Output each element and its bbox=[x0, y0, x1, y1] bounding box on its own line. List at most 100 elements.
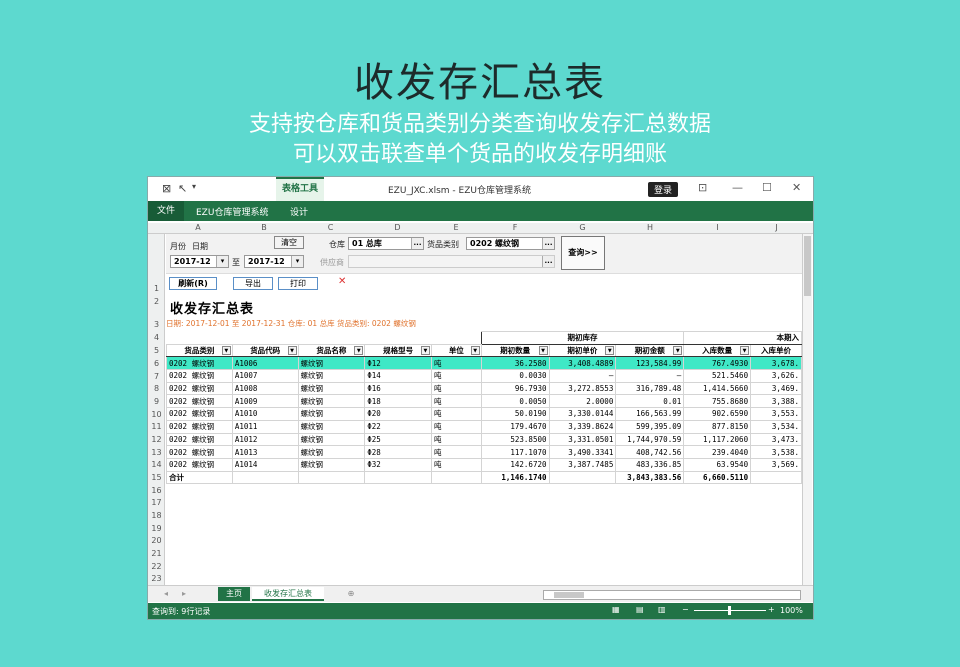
table-cell[interactable]: Φ20 bbox=[364, 407, 432, 421]
table-cell[interactable]: 239.4040 bbox=[683, 445, 752, 459]
row-header[interactable]: 10 bbox=[148, 410, 165, 419]
table-cell[interactable]: Φ16 bbox=[364, 381, 432, 396]
table-cell[interactable]: – bbox=[548, 369, 617, 383]
warehouse-field[interactable]: 01 总库... bbox=[348, 237, 424, 250]
row-header[interactable]: 14 bbox=[148, 460, 165, 469]
add-sheet-icon[interactable]: ⊕ bbox=[344, 587, 358, 601]
table-cell[interactable]: 877.8150 bbox=[683, 419, 752, 434]
table-cell[interactable]: 123,584.99 bbox=[615, 356, 685, 371]
table-row[interactable]: 0202 螺纹钢 A1008 螺纹钢 Φ16 吨 96.7930 3,272.8553 316… bbox=[166, 381, 802, 396]
supplier-picker-button[interactable]: ... bbox=[542, 256, 554, 267]
column-header[interactable]: I bbox=[684, 223, 751, 232]
table-cell[interactable]: 117.1070 bbox=[480, 445, 550, 459]
table-cell[interactable]: 0202 螺纹钢 bbox=[166, 356, 233, 371]
table-cell[interactable]: 3,678. bbox=[750, 356, 802, 371]
table-cell[interactable]: 螺纹钢 bbox=[297, 407, 366, 421]
chevron-down-icon[interactable]: ▾ bbox=[216, 256, 228, 267]
table-row[interactable]: 0202 螺纹钢 A1010 螺纹钢 Φ20 吨 50.0190 3,330.0144 166… bbox=[166, 407, 802, 421]
row-header[interactable]: 12 bbox=[148, 435, 165, 444]
table-cell[interactable]: A1008 bbox=[231, 381, 299, 396]
table-cell[interactable]: 螺纹钢 bbox=[297, 369, 366, 383]
table-cell[interactable]: 3,626. bbox=[750, 369, 802, 383]
row-header[interactable]: 9 bbox=[148, 397, 165, 406]
table-row[interactable]: 0202 螺纹钢 A1013 螺纹钢 Φ28 吨 117.1070 3,490.3341 40… bbox=[166, 445, 802, 459]
minimize-icon[interactable]: — bbox=[732, 181, 743, 194]
table-cell[interactable]: 96.7930 bbox=[480, 381, 550, 396]
table-cell[interactable]: 螺纹钢 bbox=[297, 432, 366, 447]
table-cell[interactable]: Φ28 bbox=[364, 445, 432, 459]
ribbon-display-icon[interactable]: ⊡ bbox=[698, 181, 707, 194]
table-cell[interactable]: A1012 bbox=[231, 432, 299, 447]
table-cell[interactable]: 螺纹钢 bbox=[297, 394, 366, 409]
table-cell[interactable]: 50.0190 bbox=[480, 407, 550, 421]
filter-dropdown-icon[interactable]: ▼ bbox=[354, 345, 364, 355]
filter-dropdown-icon[interactable]: ▼ bbox=[221, 345, 231, 355]
filter-dropdown-icon[interactable]: ▼ bbox=[287, 345, 297, 355]
table-cell[interactable]: 0202 螺纹钢 bbox=[166, 394, 233, 409]
sheet-tab-summary[interactable]: 收发存汇总表 bbox=[252, 587, 324, 601]
table-cell[interactable]: 767.4930 bbox=[683, 356, 752, 371]
query-button[interactable]: 查询>> bbox=[561, 236, 605, 270]
table-cell[interactable]: 吨 bbox=[430, 356, 482, 371]
table-cell[interactable]: 0.0030 bbox=[480, 369, 550, 383]
next-sheet-icon[interactable]: ▸ bbox=[178, 587, 190, 601]
table-cell[interactable]: 3,469. bbox=[750, 381, 802, 396]
table-cell[interactable]: 179.4670 bbox=[480, 419, 550, 434]
table-cell[interactable]: Φ25 bbox=[364, 432, 432, 447]
row-header[interactable]: 8 bbox=[148, 384, 165, 393]
table-cell[interactable]: 吨 bbox=[430, 432, 482, 447]
table-cell[interactable]: 599,395.09 bbox=[615, 419, 685, 434]
table-cell[interactable]: 3,538. bbox=[750, 445, 802, 459]
table-cell[interactable]: 0.01 bbox=[615, 394, 685, 409]
table-cell[interactable]: 3,473. bbox=[750, 432, 802, 447]
row-header[interactable]: 7 bbox=[148, 372, 165, 381]
table-cell[interactable]: 1,744,970.59 bbox=[615, 432, 685, 447]
category-picker-button[interactable]: ... bbox=[542, 238, 554, 249]
column-header[interactable]: C bbox=[297, 223, 364, 232]
page-layout-icon[interactable]: ▤ bbox=[636, 605, 644, 614]
filter-dropdown-icon[interactable]: ▼ bbox=[740, 345, 750, 355]
table-cell[interactable]: 3,331.0501 bbox=[548, 432, 617, 447]
column-heading[interactable]: 货品名称 ▼ bbox=[297, 343, 366, 358]
maximize-icon[interactable]: ☐ bbox=[762, 181, 772, 194]
column-header[interactable]: D bbox=[364, 223, 431, 232]
column-header[interactable]: J bbox=[751, 223, 802, 232]
table-cell[interactable]: 3,330.0144 bbox=[548, 407, 617, 421]
table-cell[interactable]: 523.8500 bbox=[480, 432, 550, 447]
table-cell[interactable]: 吨 bbox=[430, 407, 482, 421]
table-cell[interactable]: 螺纹钢 bbox=[297, 419, 366, 434]
category-field[interactable]: 0202 螺纹钢... bbox=[466, 237, 555, 250]
date-label[interactable]: 日期 bbox=[192, 241, 208, 252]
row-header[interactable]: 2 bbox=[148, 297, 165, 306]
zoom-slider-thumb[interactable] bbox=[728, 606, 731, 615]
column-heading[interactable]: 期初数量 ▼ bbox=[480, 343, 550, 358]
table-cell[interactable]: 36.2580 bbox=[480, 356, 550, 371]
table-cell[interactable]: 2.0000 bbox=[548, 394, 617, 409]
login-button[interactable]: 登录 bbox=[648, 182, 679, 197]
quick-access-dropdown-icon[interactable]: ▾ bbox=[192, 182, 196, 191]
table-cell[interactable]: 0.0050 bbox=[480, 394, 550, 409]
file-tab[interactable]: 文件 bbox=[148, 201, 184, 221]
clear-button[interactable]: 清空 bbox=[274, 236, 304, 249]
table-cell[interactable]: 螺纹钢 bbox=[297, 445, 366, 459]
table-cell[interactable]: A1009 bbox=[231, 394, 299, 409]
refresh-button[interactable]: 刷新(R) bbox=[169, 277, 217, 290]
table-cell[interactable]: 吨 bbox=[430, 457, 482, 472]
supplier-field[interactable]: ... bbox=[348, 255, 555, 268]
table-cell[interactable]: 0202 螺纹钢 bbox=[166, 445, 233, 459]
row-header[interactable]: 6 bbox=[148, 359, 165, 368]
table-cell[interactable]: 1,414.5660 bbox=[683, 381, 752, 396]
row-header[interactable]: 19 bbox=[148, 524, 165, 533]
table-cell[interactable]: Φ14 bbox=[364, 369, 432, 383]
chevron-down-icon[interactable]: ▾ bbox=[291, 256, 303, 267]
table-cell[interactable]: 3,272.8553 bbox=[548, 381, 617, 396]
row-header[interactable]: 15 bbox=[148, 473, 165, 482]
table-cell[interactable]: A1013 bbox=[231, 445, 299, 459]
column-heading[interactable]: 期初金额 ▼ bbox=[615, 343, 685, 358]
prev-sheet-icon[interactable]: ◂ bbox=[160, 587, 172, 601]
table-cell[interactable]: 螺纹钢 bbox=[297, 356, 366, 371]
table-cell[interactable]: 63.9540 bbox=[683, 457, 752, 472]
table-cell[interactable]: 483,336.85 bbox=[615, 457, 685, 472]
table-cell[interactable]: 408,742.56 bbox=[615, 445, 685, 459]
row-header[interactable]: 1 bbox=[148, 284, 165, 293]
